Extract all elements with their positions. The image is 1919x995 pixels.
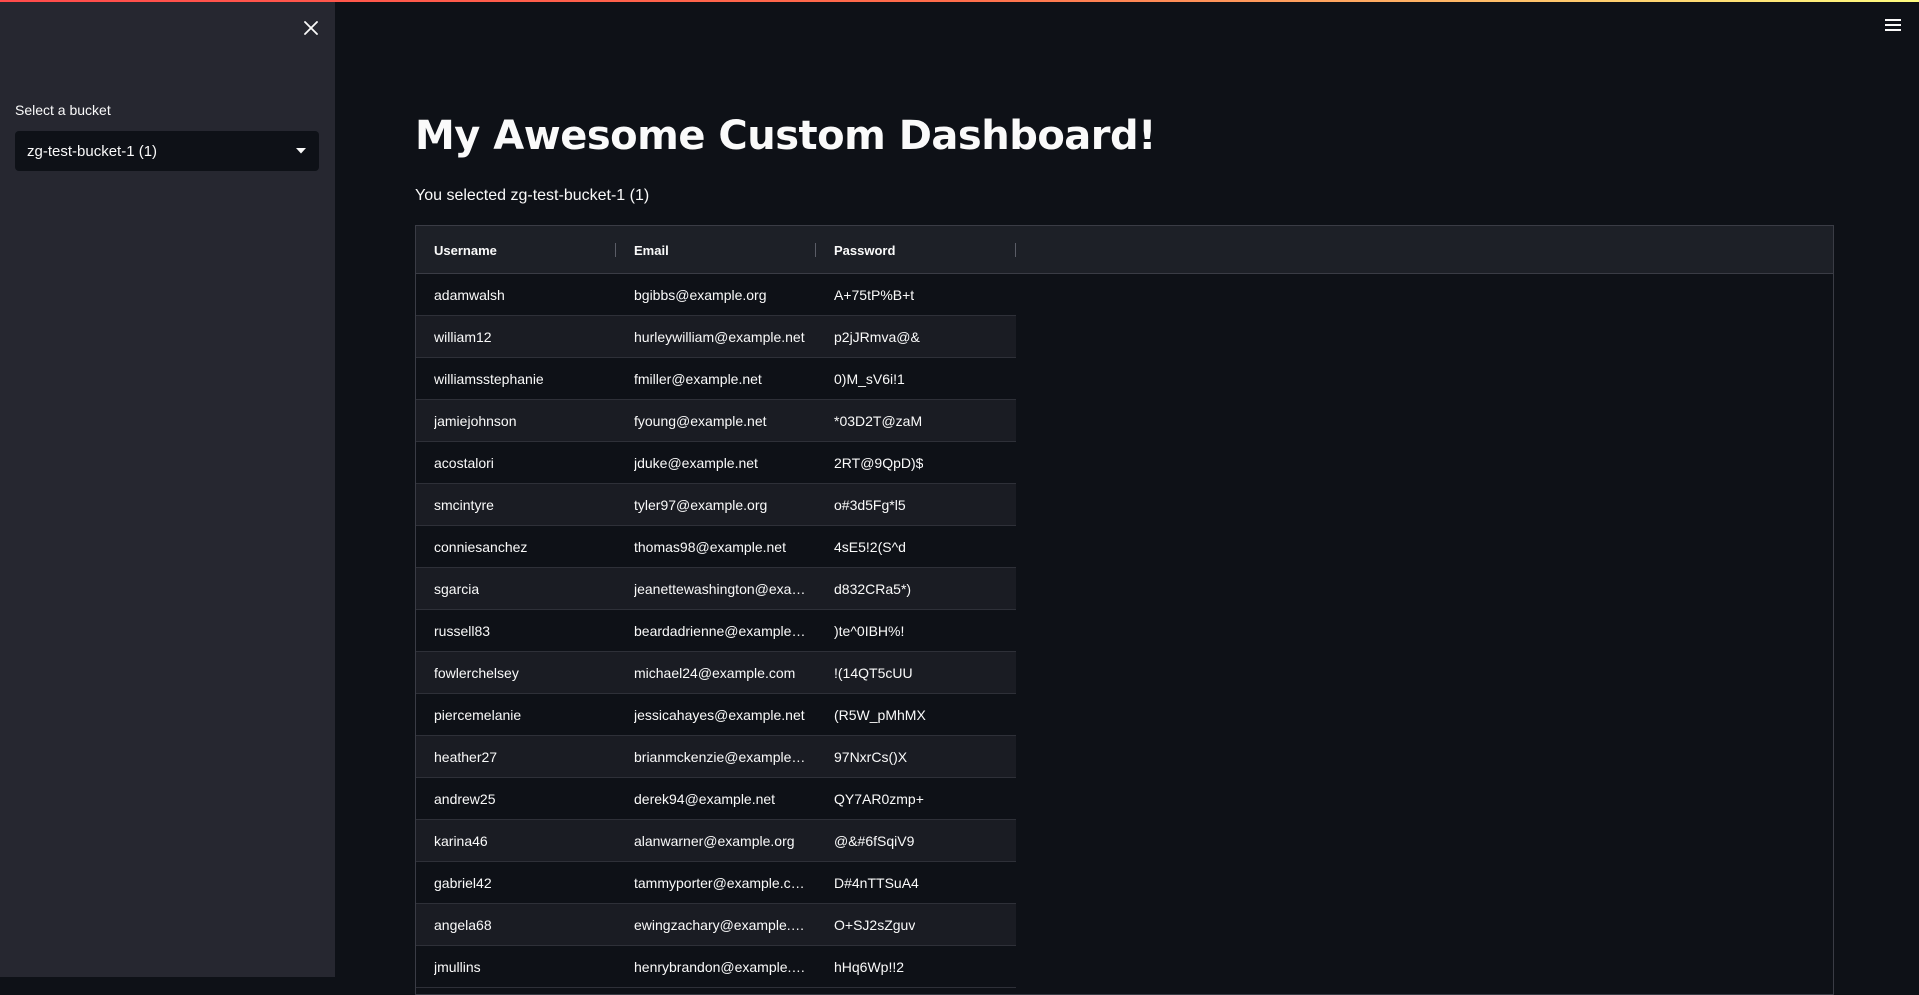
password-cell[interactable]: p2jJRmva@& <box>816 316 1016 357</box>
username-cell[interactable]: heather27 <box>416 736 616 777</box>
table-row[interactable]: adamwalsh bgibbs@example.org A+75tP%B+t <box>416 274 1016 316</box>
page-title: My Awesome Custom Dashboard! <box>415 113 1156 159</box>
password-cell[interactable]: O+SJ2sZguv <box>816 904 1016 945</box>
email-cell[interactable]: ewingzachary@example.com <box>616 904 816 945</box>
table-row[interactable]: smcintyre tyler97@example.org o#3d5Fg*l5 <box>416 484 1016 526</box>
email-cell[interactable]: michael24@example.com <box>616 652 816 693</box>
bucket-select-value: zg-test-bucket-1 (1) <box>27 142 158 160</box>
table-row[interactable]: williamsstephanie fmiller@example.net 0)M_… <box>416 358 1016 400</box>
table-row[interactable]: jmullins henrybrandon@example.com hHq6Wp!!… <box>416 946 1016 988</box>
data-table[interactable]: Username Email Password adamwalsh bgibbs@… <box>415 225 1834 995</box>
password-cell[interactable]: D#4nTTSuA4 <box>816 862 1016 903</box>
password-cell[interactable]: *03D2T@zaM <box>816 400 1016 441</box>
table-row[interactable]: gabriel42 tammyporter@example.com D#4nTTSu… <box>416 862 1016 904</box>
email-cell[interactable]: brianmckenzie@example.com <box>616 736 816 777</box>
table-row[interactable]: conniesanchez thomas98@example.net 4sE5!2(… <box>416 526 1016 568</box>
email-cell[interactable]: derek94@example.net <box>616 778 816 819</box>
table-row[interactable]: angela68 ewingzachary@example.com O+SJ2sZg… <box>416 904 1016 946</box>
password-cell[interactable]: !(14QT5cUU <box>816 652 1016 693</box>
column-header-label: Username <box>434 242 497 258</box>
bucket-select-label: Select a bucket <box>15 102 111 118</box>
username-cell[interactable]: russell83 <box>416 610 616 651</box>
column-header-username[interactable]: Username <box>416 226 616 274</box>
table-row[interactable]: andrew25 derek94@example.net QY7AR0zmp+ <box>416 778 1016 820</box>
username-cell[interactable]: fowlerchelsey <box>416 652 616 693</box>
password-cell[interactable]: 2RT@9QpD)$ <box>816 442 1016 483</box>
email-cell[interactable]: fyoung@example.net <box>616 400 816 441</box>
password-cell[interactable]: d832CRa5*) <box>816 568 1016 609</box>
username-cell[interactable]: adamwalsh <box>416 274 616 315</box>
bucket-select[interactable]: zg-test-bucket-1 (1) <box>15 131 319 171</box>
username-cell[interactable]: andrew25 <box>416 778 616 819</box>
caret-down-icon <box>296 148 306 154</box>
username-cell[interactable]: williamsstephanie <box>416 358 616 399</box>
email-cell[interactable]: beardadrienne@example.com <box>616 610 816 651</box>
table-header: Username Email Password <box>416 226 1833 274</box>
table-row[interactable]: karina46 alanwarner@example.org @&#6fSqiV9 <box>416 820 1016 862</box>
email-cell[interactable]: tyler97@example.org <box>616 484 816 525</box>
email-cell[interactable]: fmiller@example.net <box>616 358 816 399</box>
password-cell[interactable]: 97NxrCs()X <box>816 736 1016 777</box>
username-cell[interactable]: smcintyre <box>416 484 616 525</box>
table-row[interactable]: fowlerchelsey michael24@example.com !(14QT… <box>416 652 1016 694</box>
close-icon <box>304 21 318 35</box>
table-row[interactable]: sgarciajeanettewashington@example.comd83… <box>416 568 1016 610</box>
email-cell[interactable]: tammyporter@example.com <box>616 862 816 903</box>
password-cell[interactable]: (R5W_pMhMX <box>816 694 1016 735</box>
username-cell[interactable]: piercemelanie <box>416 694 616 735</box>
password-cell[interactable]: 4sE5!2(S^d <box>816 526 1016 567</box>
column-header-label: Password <box>834 242 896 258</box>
email-cell[interactable]: jeanettewashington@example.com <box>616 568 816 609</box>
main-menu-button[interactable] <box>1882 14 1904 36</box>
table-row[interactable]: william12 hurleywilliam@example.net p2jJRm… <box>416 316 1016 358</box>
username-cell[interactable]: sgarcia <box>416 568 616 609</box>
username-cell[interactable]: acostalori <box>416 442 616 483</box>
table-row[interactable]: acostalori jduke@example.net 2RT@9QpD)$ <box>416 442 1016 484</box>
username-cell[interactable]: conniesanchez <box>416 526 616 567</box>
username-cell[interactable]: angela68 <box>416 904 616 945</box>
column-header-password[interactable]: Password <box>816 226 1016 274</box>
username-cell[interactable]: karina46 <box>416 820 616 861</box>
column-header-email[interactable]: Email <box>616 226 816 274</box>
username-cell[interactable]: jmullins <box>416 946 616 987</box>
password-cell[interactable]: )te^0IBH%! <box>816 610 1016 651</box>
email-cell[interactable]: bgibbs@example.org <box>616 274 816 315</box>
password-cell[interactable]: 0)M_sV6i!1 <box>816 358 1016 399</box>
email-cell[interactable]: henrybrandon@example.com <box>616 946 816 987</box>
email-cell[interactable]: hurleywilliam@example.net <box>616 316 816 357</box>
table-row[interactable]: piercemelanie jessicahayes@example.net (R5… <box>416 694 1016 736</box>
username-cell[interactable]: gabriel42 <box>416 862 616 903</box>
hamburger-menu-icon <box>1885 19 1901 31</box>
username-cell[interactable]: jamiejohnson <box>416 400 616 441</box>
table-row[interactable]: heather27 brianmckenzie@example.com 97NxrC… <box>416 736 1016 778</box>
email-cell[interactable]: jessicahayes@example.net <box>616 694 816 735</box>
email-cell[interactable]: jduke@example.net <box>616 442 816 483</box>
email-cell[interactable]: alanwarner@example.org <box>616 820 816 861</box>
table-body: adamwalsh bgibbs@example.org A+75tP%B+t wi… <box>416 274 1016 988</box>
email-cell[interactable]: thomas98@example.net <box>616 526 816 567</box>
table-row[interactable]: jamiejohnson fyoung@example.net *03D2T@zaM <box>416 400 1016 442</box>
password-cell[interactable]: A+75tP%B+t <box>816 274 1016 315</box>
sidebar: Select a bucket zg-test-bucket-1 (1) <box>0 2 335 977</box>
password-cell[interactable]: @&#6fSqiV9 <box>816 820 1016 861</box>
password-cell[interactable]: QY7AR0zmp+ <box>816 778 1016 819</box>
close-sidebar-button[interactable] <box>300 17 322 39</box>
column-header-label: Email <box>634 242 669 258</box>
username-cell[interactable]: william12 <box>416 316 616 357</box>
password-cell[interactable]: hHq6Wp!!2 <box>816 946 1016 987</box>
selection-text: You selected zg-test-bucket-1 (1) <box>415 187 650 204</box>
column-resize-handle[interactable] <box>1015 243 1016 257</box>
password-cell[interactable]: o#3d5Fg*l5 <box>816 484 1016 525</box>
table-row[interactable]: russell83 beardadrienne@example.com)te^0I… <box>416 610 1016 652</box>
